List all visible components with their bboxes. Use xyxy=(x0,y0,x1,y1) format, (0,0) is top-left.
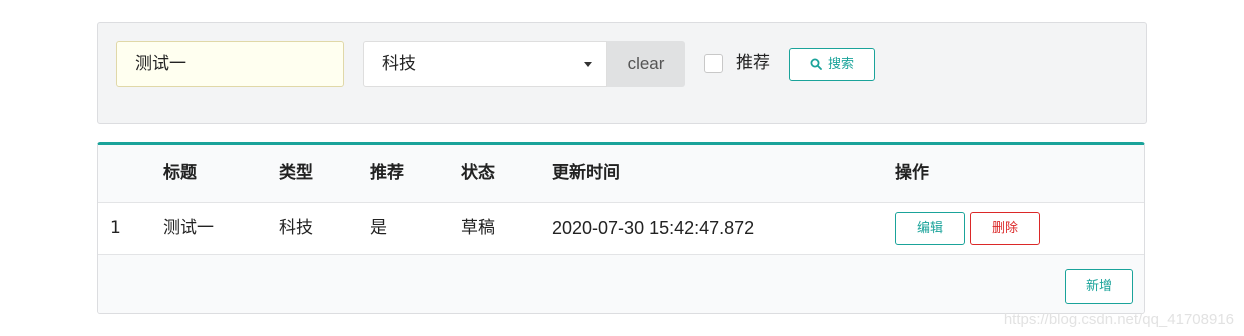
cell-index: 1 xyxy=(110,218,121,238)
header-actions: 操作 xyxy=(895,163,929,183)
title-search-input[interactable]: 测试一 xyxy=(116,41,344,87)
table-row: 1 测试一 科技 是 草稿 2020-07-30 15:42:47.872 编辑… xyxy=(98,202,1144,255)
type-select-value: 科技 xyxy=(382,54,416,74)
header-title: 标题 xyxy=(163,163,197,183)
cell-type: 科技 xyxy=(279,218,313,238)
search-button-label: 搜索 xyxy=(827,57,854,72)
header-updated: 更新时间 xyxy=(552,163,620,183)
watermark: https://blog.csdn.net/qq_41708916 xyxy=(1003,311,1234,328)
header-type: 类型 xyxy=(279,163,313,183)
caret-down-icon xyxy=(584,62,592,67)
clear-button[interactable]: clear xyxy=(607,41,685,87)
edit-button[interactable]: 编辑 xyxy=(895,212,965,245)
delete-button[interactable]: 删除 xyxy=(970,212,1040,245)
search-icon xyxy=(810,58,822,70)
cell-updated: 2020-07-30 15:42:47.872 xyxy=(552,218,755,238)
type-select[interactable]: 科技 xyxy=(363,41,607,87)
cell-recommend: 是 xyxy=(370,218,387,238)
recommend-checkbox[interactable] xyxy=(704,54,723,73)
table-header: 标题 类型 推荐 状态 更新时间 操作 xyxy=(98,145,1144,203)
header-status: 状态 xyxy=(461,163,495,183)
cell-status: 草稿 xyxy=(461,218,495,238)
cell-title: 测试一 xyxy=(163,218,214,238)
filter-panel: 测试一 科技 clear 推荐 搜索 xyxy=(97,22,1147,124)
header-recommend: 推荐 xyxy=(370,163,404,183)
blog-table: 标题 类型 推荐 状态 更新时间 操作 1 测试一 科技 是 草稿 2020-0… xyxy=(97,142,1145,314)
search-button[interactable]: 搜索 xyxy=(789,48,875,81)
add-button[interactable]: 新增 xyxy=(1065,269,1133,304)
recommend-checkbox-label[interactable]: 推荐 xyxy=(736,52,770,74)
table-footer: 新增 xyxy=(98,255,1144,313)
